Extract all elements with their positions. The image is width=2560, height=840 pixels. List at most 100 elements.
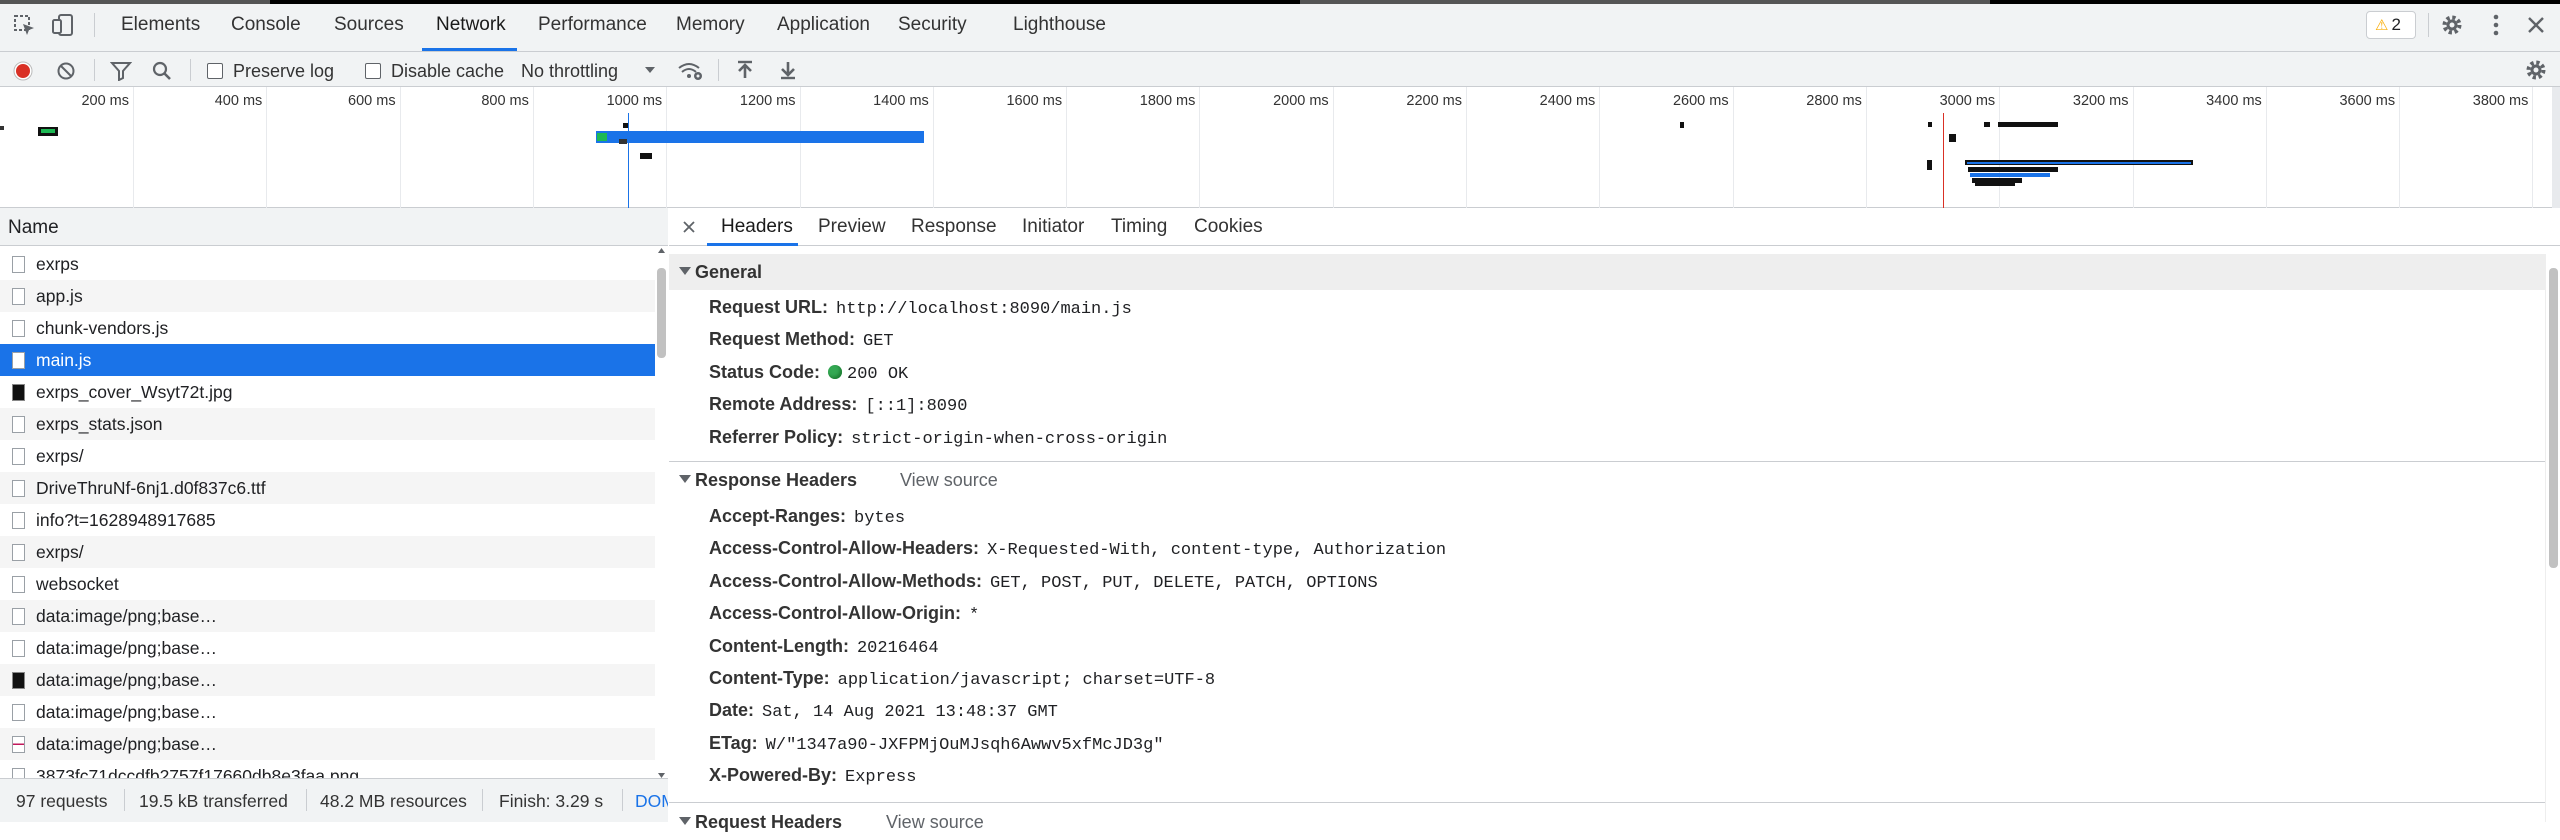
request-row[interactable]: exrps_stats.json <box>0 408 655 440</box>
response-header-row: X-Powered-By: Express <box>709 765 916 787</box>
request-row[interactable]: chunk-vendors.js <box>0 312 655 344</box>
request-row[interactable]: data:image/png;base… <box>0 728 655 760</box>
timeline-request-bar <box>1927 160 1932 170</box>
request-row[interactable]: websocket <box>0 568 655 600</box>
response-headers-section-header[interactable]: Response Headers View source <box>669 462 2545 498</box>
tab-timing[interactable]: Timing <box>1111 216 1167 238</box>
throttling-dropdown-arrow-icon[interactable] <box>644 66 656 74</box>
close-detail-icon[interactable] <box>683 221 695 233</box>
scroll-up-arrow-icon[interactable] <box>657 246 666 254</box>
network-conditions-icon[interactable] <box>677 60 703 82</box>
scrollbar-thumb[interactable] <box>657 268 666 358</box>
preserve-log-checkbox[interactable] <box>207 63 223 79</box>
close-devtools-icon[interactable] <box>2526 15 2546 35</box>
request-headers-title: Request Headers <box>695 812 843 832</box>
status-divider <box>482 789 483 811</box>
tab-response[interactable]: Response <box>911 216 997 238</box>
settings-gear-icon[interactable] <box>2440 13 2464 37</box>
tab-sources[interactable]: Sources <box>334 14 404 36</box>
request-row[interactable]: exrps_cover_Wsyt72t.jpg <box>0 376 655 408</box>
tab-performance[interactable]: Performance <box>538 14 647 36</box>
timeline-request-bar <box>1928 122 1932 127</box>
search-icon[interactable] <box>152 61 172 81</box>
view-source-link[interactable]: View source <box>886 812 984 833</box>
request-row[interactable]: exrps <box>0 248 655 280</box>
tab-lighthouse[interactable]: Lighthouse <box>1013 14 1106 36</box>
request-url-row: Request URL: http://localhost:8090/main.j… <box>709 297 1132 319</box>
request-name: exrps/ <box>36 446 84 466</box>
view-source-link[interactable]: View source <box>900 470 998 491</box>
tab-preview[interactable]: Preview <box>818 216 886 238</box>
detail-scrollbar[interactable] <box>2545 254 2560 822</box>
record-button-icon[interactable] <box>13 61 33 81</box>
request-row[interactable]: main.js <box>0 344 655 376</box>
throttling-select[interactable]: No throttling <box>521 61 618 82</box>
header-key: Request URL: <box>709 297 829 317</box>
remote-address-row: Remote Address: [::1]:8090 <box>709 394 967 416</box>
timeline-tick-label: 3600 ms <box>2339 93 2396 109</box>
tab-console[interactable]: Console <box>231 14 301 36</box>
general-section-header[interactable]: General <box>669 254 2545 290</box>
timeline-tick-label: 800 ms <box>481 93 529 109</box>
network-overview-timeline[interactable]: 200 ms 400 ms 600 ms 800 ms 1000 ms 1200 ms 14… <box>0 87 2560 208</box>
preserve-log-label[interactable]: Preserve log <box>233 61 334 82</box>
request-row[interactable]: DriveThruNf-6nj1.d0f837c6.ttf <box>0 472 655 504</box>
header-key: Request Method: <box>709 329 855 349</box>
tab-memory[interactable]: Memory <box>676 14 745 36</box>
disable-cache-checkbox[interactable] <box>365 63 381 79</box>
request-list-scrollbar[interactable] <box>655 246 668 780</box>
timeline-tick-label: 1600 ms <box>1006 93 1063 109</box>
import-har-icon[interactable] <box>736 60 754 80</box>
request-row[interactable]: exrps/ <box>0 440 655 472</box>
request-name: exrps_stats.json <box>36 414 163 434</box>
tab-headers[interactable]: Headers <box>721 216 793 238</box>
document-file-icon <box>12 640 25 657</box>
warnings-badge[interactable]: ⚠ 2 <box>2366 11 2416 39</box>
device-toolbar-icon[interactable] <box>51 13 75 37</box>
timeline-gridline <box>2532 87 2534 208</box>
tab-elements[interactable]: Elements <box>121 14 200 36</box>
timeline-tick-label: 2400 ms <box>1539 93 1596 109</box>
request-row[interactable]: data:image/png;base… <box>0 664 655 696</box>
header-value: 200 OK <box>847 365 909 384</box>
request-name: data:image/png;base… <box>36 638 217 658</box>
tab-initiator[interactable]: Initiator <box>1022 216 1084 238</box>
status-code-row: Status Code: 200 OK <box>709 362 908 384</box>
request-name: main.js <box>36 350 92 370</box>
timeline-request-bar <box>619 139 627 144</box>
timeline-tick-label: 3200 ms <box>2072 93 2129 109</box>
request-row[interactable]: exrps/ <box>0 536 655 568</box>
header-value: 20216464 <box>856 638 939 658</box>
request-row[interactable]: info?t=1628948917685 <box>0 504 655 536</box>
request-name: exrps <box>36 254 79 274</box>
overview-resize-handle[interactable] <box>2552 87 2560 208</box>
header-value: X-Requested-With, content-type, Authoriz… <box>987 541 1447 561</box>
filter-icon[interactable] <box>110 61 132 81</box>
load-event-marker <box>1943 113 1944 208</box>
timeline-request-bar <box>1680 122 1684 128</box>
name-column-header[interactable]: Name <box>0 208 668 246</box>
request-row[interactable]: app.js <box>0 280 655 312</box>
request-row[interactable]: data:image/png;base… <box>0 632 655 664</box>
document-file-icon <box>12 288 25 305</box>
request-detail-pane: Headers Preview Response Initiator Timin… <box>669 208 2560 832</box>
network-settings-gear-icon[interactable] <box>2524 58 2548 82</box>
request-row[interactable]: data:image/png;base… <box>0 600 655 632</box>
scrollbar-thumb[interactable] <box>2549 268 2558 568</box>
request-headers-section-header[interactable]: Request Headers View source <box>669 804 2545 840</box>
inspect-element-icon[interactable] <box>14 15 36 37</box>
tab-cookies[interactable]: Cookies <box>1194 216 1263 238</box>
tab-network[interactable]: Network <box>436 14 506 36</box>
more-options-icon[interactable] <box>2484 13 2508 37</box>
request-row[interactable]: data:image/png;base… <box>0 696 655 728</box>
clear-icon[interactable] <box>56 61 76 81</box>
document-file-icon <box>12 576 25 593</box>
disable-cache-label[interactable]: Disable cache <box>391 61 504 82</box>
header-key: Accept-Ranges: <box>709 506 847 526</box>
request-name: exrps/ <box>36 542 84 562</box>
export-har-icon[interactable] <box>779 60 797 80</box>
timeline-tick-label: 2200 ms <box>1406 93 1462 109</box>
tab-application[interactable]: Application <box>777 14 870 36</box>
tab-security[interactable]: Security <box>898 14 967 36</box>
section-divider <box>669 802 2545 803</box>
